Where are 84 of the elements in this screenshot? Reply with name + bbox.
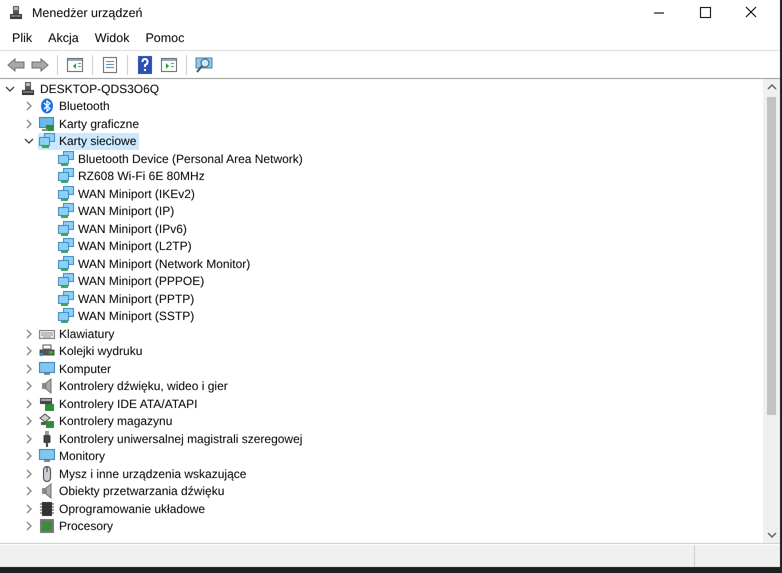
tree-item[interactable]: Klawiatury xyxy=(38,325,118,342)
network-adapter-icon xyxy=(58,273,74,290)
tree-item[interactable]: RZ608 Wi-Fi 6E 80MHz xyxy=(57,168,208,185)
tree-item-label: WAN Miniport (Network Monitor) xyxy=(78,256,250,271)
tree-item[interactable]: WAN Miniport (IP) xyxy=(57,202,178,220)
tree-item[interactable]: Monitory xyxy=(38,448,108,465)
network-adapter-icon xyxy=(58,290,74,307)
tree-item-label: Kontrolery magazynu xyxy=(59,414,172,428)
tree-item[interactable]: Kontrolery IDE ATA/ATAPI xyxy=(38,395,200,412)
tree-item[interactable]: WAN Miniport (L2TP) xyxy=(57,238,195,255)
tree-item-label: WAN Miniport (IPv6) xyxy=(78,222,187,236)
expand-chevron-icon[interactable] xyxy=(24,136,34,146)
tree-item[interactable]: Oprogramowanie układowe xyxy=(38,500,208,518)
tree-item[interactable]: Kontrolery magazynu xyxy=(38,412,176,430)
tree-item[interactable]: WAN Miniport (PPPOE) xyxy=(57,272,208,290)
network-adapter-icon xyxy=(39,133,55,150)
tree-item-label: Kontrolery dźwięku, wideo i gier xyxy=(59,379,228,394)
tree-item[interactable]: Karty sieciowe xyxy=(38,132,140,150)
menu-item[interactable]: Plik xyxy=(4,31,40,45)
expand-chevron-icon[interactable] xyxy=(5,84,15,94)
tree-item-label: WAN Miniport (L2TP) xyxy=(78,239,192,254)
pane-icon[interactable] xyxy=(66,56,84,74)
tree-item-label: Karty sieciowe xyxy=(59,134,136,148)
bluetooth-icon xyxy=(39,98,55,114)
tree-item[interactable]: WAN Miniport (SSTP) xyxy=(57,308,198,325)
tree-item[interactable]: DESKTOP-QDS3O6Q xyxy=(19,80,162,98)
chip-icon xyxy=(39,500,55,517)
tree-item-label: Bluetooth Device (Personal Area Network) xyxy=(78,152,303,166)
tree-item-label: WAN Miniport (IP) xyxy=(78,204,174,218)
tree-item-label: Klawiatury xyxy=(59,326,114,341)
tree-item[interactable]: WAN Miniport (IPv6) xyxy=(57,220,190,238)
network-adapter-icon xyxy=(58,168,74,184)
network-adapter-icon xyxy=(58,308,74,324)
properties-icon[interactable] xyxy=(101,56,119,74)
computer-icon xyxy=(20,80,36,97)
tree-item-label: Oprogramowanie układowe xyxy=(59,502,206,516)
menu-item[interactable]: Widok xyxy=(86,31,138,45)
tree-item-label: Mysz i inne urządzenia wskazujące xyxy=(59,466,246,481)
menu-item[interactable]: Akcja xyxy=(40,31,87,45)
tree-item-label: WAN Miniport (IKEv2) xyxy=(78,186,195,201)
network-adapter-icon xyxy=(58,150,74,167)
tree-item[interactable]: Kontrolery uniwersalnej magistrali szeregowej xyxy=(38,430,306,448)
tree-item-label: Kontrolery IDE ATA/ATAPI xyxy=(59,396,198,411)
tree-item-label: WAN Miniport (PPTP) xyxy=(78,292,194,306)
tree-item-label: Komputer xyxy=(59,362,112,376)
tree-item[interactable]: Kolejki wydruku xyxy=(38,342,146,360)
tree-item[interactable]: WAN Miniport (PPTP) xyxy=(57,290,198,308)
controller-card-icon xyxy=(39,396,55,412)
network-adapter-icon xyxy=(58,186,74,202)
tree-item-label: Karty graficzne xyxy=(59,116,140,131)
network-adapter-icon xyxy=(58,220,74,237)
network-adapter-icon xyxy=(58,256,74,272)
display-adapter-icon xyxy=(39,116,55,132)
tree-item-label: Bluetooth xyxy=(59,99,110,114)
tree-item[interactable]: WAN Miniport (IKEv2) xyxy=(57,185,198,202)
tree-item-label: Monitory xyxy=(59,449,106,464)
storage-controller-icon xyxy=(39,413,55,430)
tree-item-label: WAN Miniport (PPPOE) xyxy=(78,274,204,288)
tree-item[interactable]: Bluetooth xyxy=(38,98,113,115)
scan-hardware-icon[interactable] xyxy=(195,56,213,74)
network-adapter-icon xyxy=(58,238,74,254)
monitor-icon xyxy=(39,360,55,377)
tree-item[interactable]: Procesory xyxy=(38,518,116,535)
network-adapter-icon xyxy=(58,203,74,220)
tree-item[interactable]: WAN Miniport (Network Monitor) xyxy=(57,255,254,272)
tree-item[interactable]: Bluetooth Device (Personal Area Network) xyxy=(57,150,306,168)
processor-icon xyxy=(39,518,55,534)
tree-item[interactable]: Kontrolery dźwięku, wideo i gier xyxy=(38,378,231,395)
tree-item-label: Procesory xyxy=(59,519,114,534)
tree-item-label: WAN Miniport (SSTP) xyxy=(78,309,194,324)
tree-item-label: RZ608 Wi-Fi 6E 80MHz xyxy=(78,169,205,184)
tree-item[interactable]: Karty graficzne xyxy=(38,115,142,132)
tree-item-label: Kontrolery uniwersalnej magistrali szeregowej xyxy=(59,432,302,446)
tree-item-label: Kolejki wydruku xyxy=(59,344,142,358)
tree-item[interactable]: Komputer xyxy=(38,360,114,378)
monitor-icon xyxy=(39,448,55,464)
tree-item[interactable]: Mysz i inne urządzenia wskazujące xyxy=(38,465,250,482)
tree-item-label: Obiekty przetwarzania dźwięku xyxy=(59,484,224,498)
window-title: Menedżer urządzeń xyxy=(32,6,142,20)
tree-item-label: DESKTOP-QDS3O6Q xyxy=(40,82,160,96)
tree-item[interactable]: Obiekty przetwarzania dźwięku xyxy=(38,482,228,500)
menu-item[interactable]: Pomoc xyxy=(137,31,192,45)
scrollbar-thumb[interactable] xyxy=(767,97,776,415)
help-icon[interactable] xyxy=(136,56,154,74)
